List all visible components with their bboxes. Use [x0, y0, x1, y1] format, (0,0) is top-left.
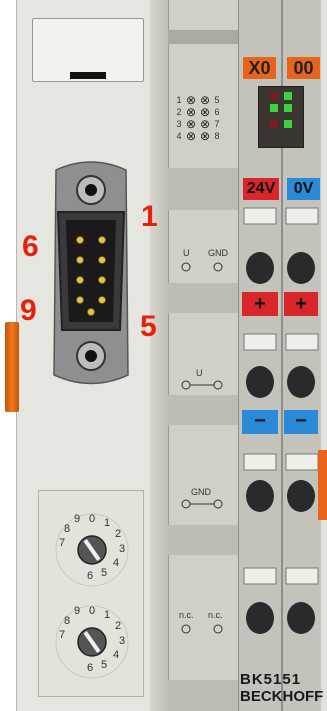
tag-x0: X0: [243, 57, 276, 79]
minus-symbol-left: −: [254, 410, 266, 432]
strip-band-6: [168, 680, 238, 711]
svg-text:6: 6: [87, 662, 93, 674]
led-green-4: [284, 120, 292, 128]
us-label-mid: U: [196, 368, 203, 378]
svg-text:8: 8: [64, 615, 70, 627]
top-cover[interactable]: [32, 18, 144, 82]
tag-oo: 00: [287, 57, 320, 79]
us-label-top: U: [183, 248, 190, 258]
svg-text:5: 5: [101, 567, 107, 579]
rotary-switch-x10[interactable]: 0 12 345 6 98 7: [52, 510, 132, 590]
strip-band-2: [168, 168, 238, 210]
clamp-row-3: [243, 450, 327, 520]
svg-text:9: 9: [74, 605, 80, 617]
led-green-3: [270, 104, 278, 112]
bridge-symbol-us: [181, 380, 223, 390]
plus-symbol-right: +: [295, 293, 307, 315]
terminal-symbol-nc: [181, 624, 223, 634]
pin6-label: 6: [22, 230, 39, 263]
svg-text:5: 5: [101, 659, 107, 671]
clamp-row-4: [243, 567, 319, 634]
terminal-symbol-top: [181, 262, 223, 272]
svg-text:6: 6: [87, 570, 93, 582]
housing-right-bevel: [150, 0, 168, 711]
strip-band-1: [168, 30, 238, 44]
pin5-label: 5: [140, 310, 157, 343]
side-latch[interactable]: [5, 322, 19, 412]
minus-symbol-right: −: [295, 410, 307, 432]
bridge-symbol-gnd: [181, 499, 223, 509]
model-name: BK5151: [240, 671, 302, 688]
svg-text:1: 1: [104, 609, 110, 621]
plus-symbol-left: +: [254, 293, 266, 315]
strip-band-3: [168, 283, 238, 313]
svg-text:8: 8: [64, 523, 70, 535]
svg-text:2: 2: [115, 528, 121, 540]
svg-text:4: 4: [113, 557, 119, 569]
strip-band-5: [168, 525, 238, 555]
led-window: [258, 86, 304, 148]
gnd-label-top: GND: [208, 248, 228, 258]
svg-text:0: 0: [89, 605, 95, 617]
svg-text:3: 3: [119, 543, 125, 555]
svg-text:2: 2: [115, 620, 121, 632]
svg-text:7: 7: [59, 537, 65, 549]
clamp-row-2: [243, 333, 319, 398]
svg-text:1: 1: [104, 517, 110, 529]
svg-text:0: 0: [89, 513, 95, 525]
rotary-switch-x1[interactable]: 0 12 345 6 98 7: [52, 602, 132, 682]
led-green-1: [284, 92, 292, 100]
led-green-2: [284, 104, 292, 112]
svg-text:4: 4: [113, 649, 119, 661]
led-red-1: [270, 92, 278, 100]
cover-notch: [70, 72, 106, 79]
dsub-connector[interactable]: [36, 160, 146, 390]
terminal-clamps[interactable]: [238, 200, 327, 711]
nc-label-left: n.c.: [179, 610, 194, 620]
svg-text:7: 7: [59, 629, 65, 641]
led-legend: 1 ⊗ ⊗ 5 2 ⊗ ⊗ 6 3 ⊗ ⊗ 7 4 ⊗ ⊗ 8: [176, 93, 220, 143]
strip-band-4: [168, 395, 238, 425]
pin9-label: 9: [20, 294, 37, 327]
brand-name: BECKHOFF: [240, 688, 324, 705]
pin1-label: 1: [141, 200, 158, 233]
svg-text:9: 9: [74, 513, 80, 525]
led-red-2: [270, 120, 278, 128]
tag-24v: 24V: [243, 178, 279, 200]
svg-text:3: 3: [119, 635, 125, 647]
gnd-label-mid: GND: [191, 487, 211, 497]
tag-0v: 0V: [287, 178, 320, 200]
clamp-row-1: [243, 207, 319, 284]
nc-label-right: n.c.: [208, 610, 223, 620]
